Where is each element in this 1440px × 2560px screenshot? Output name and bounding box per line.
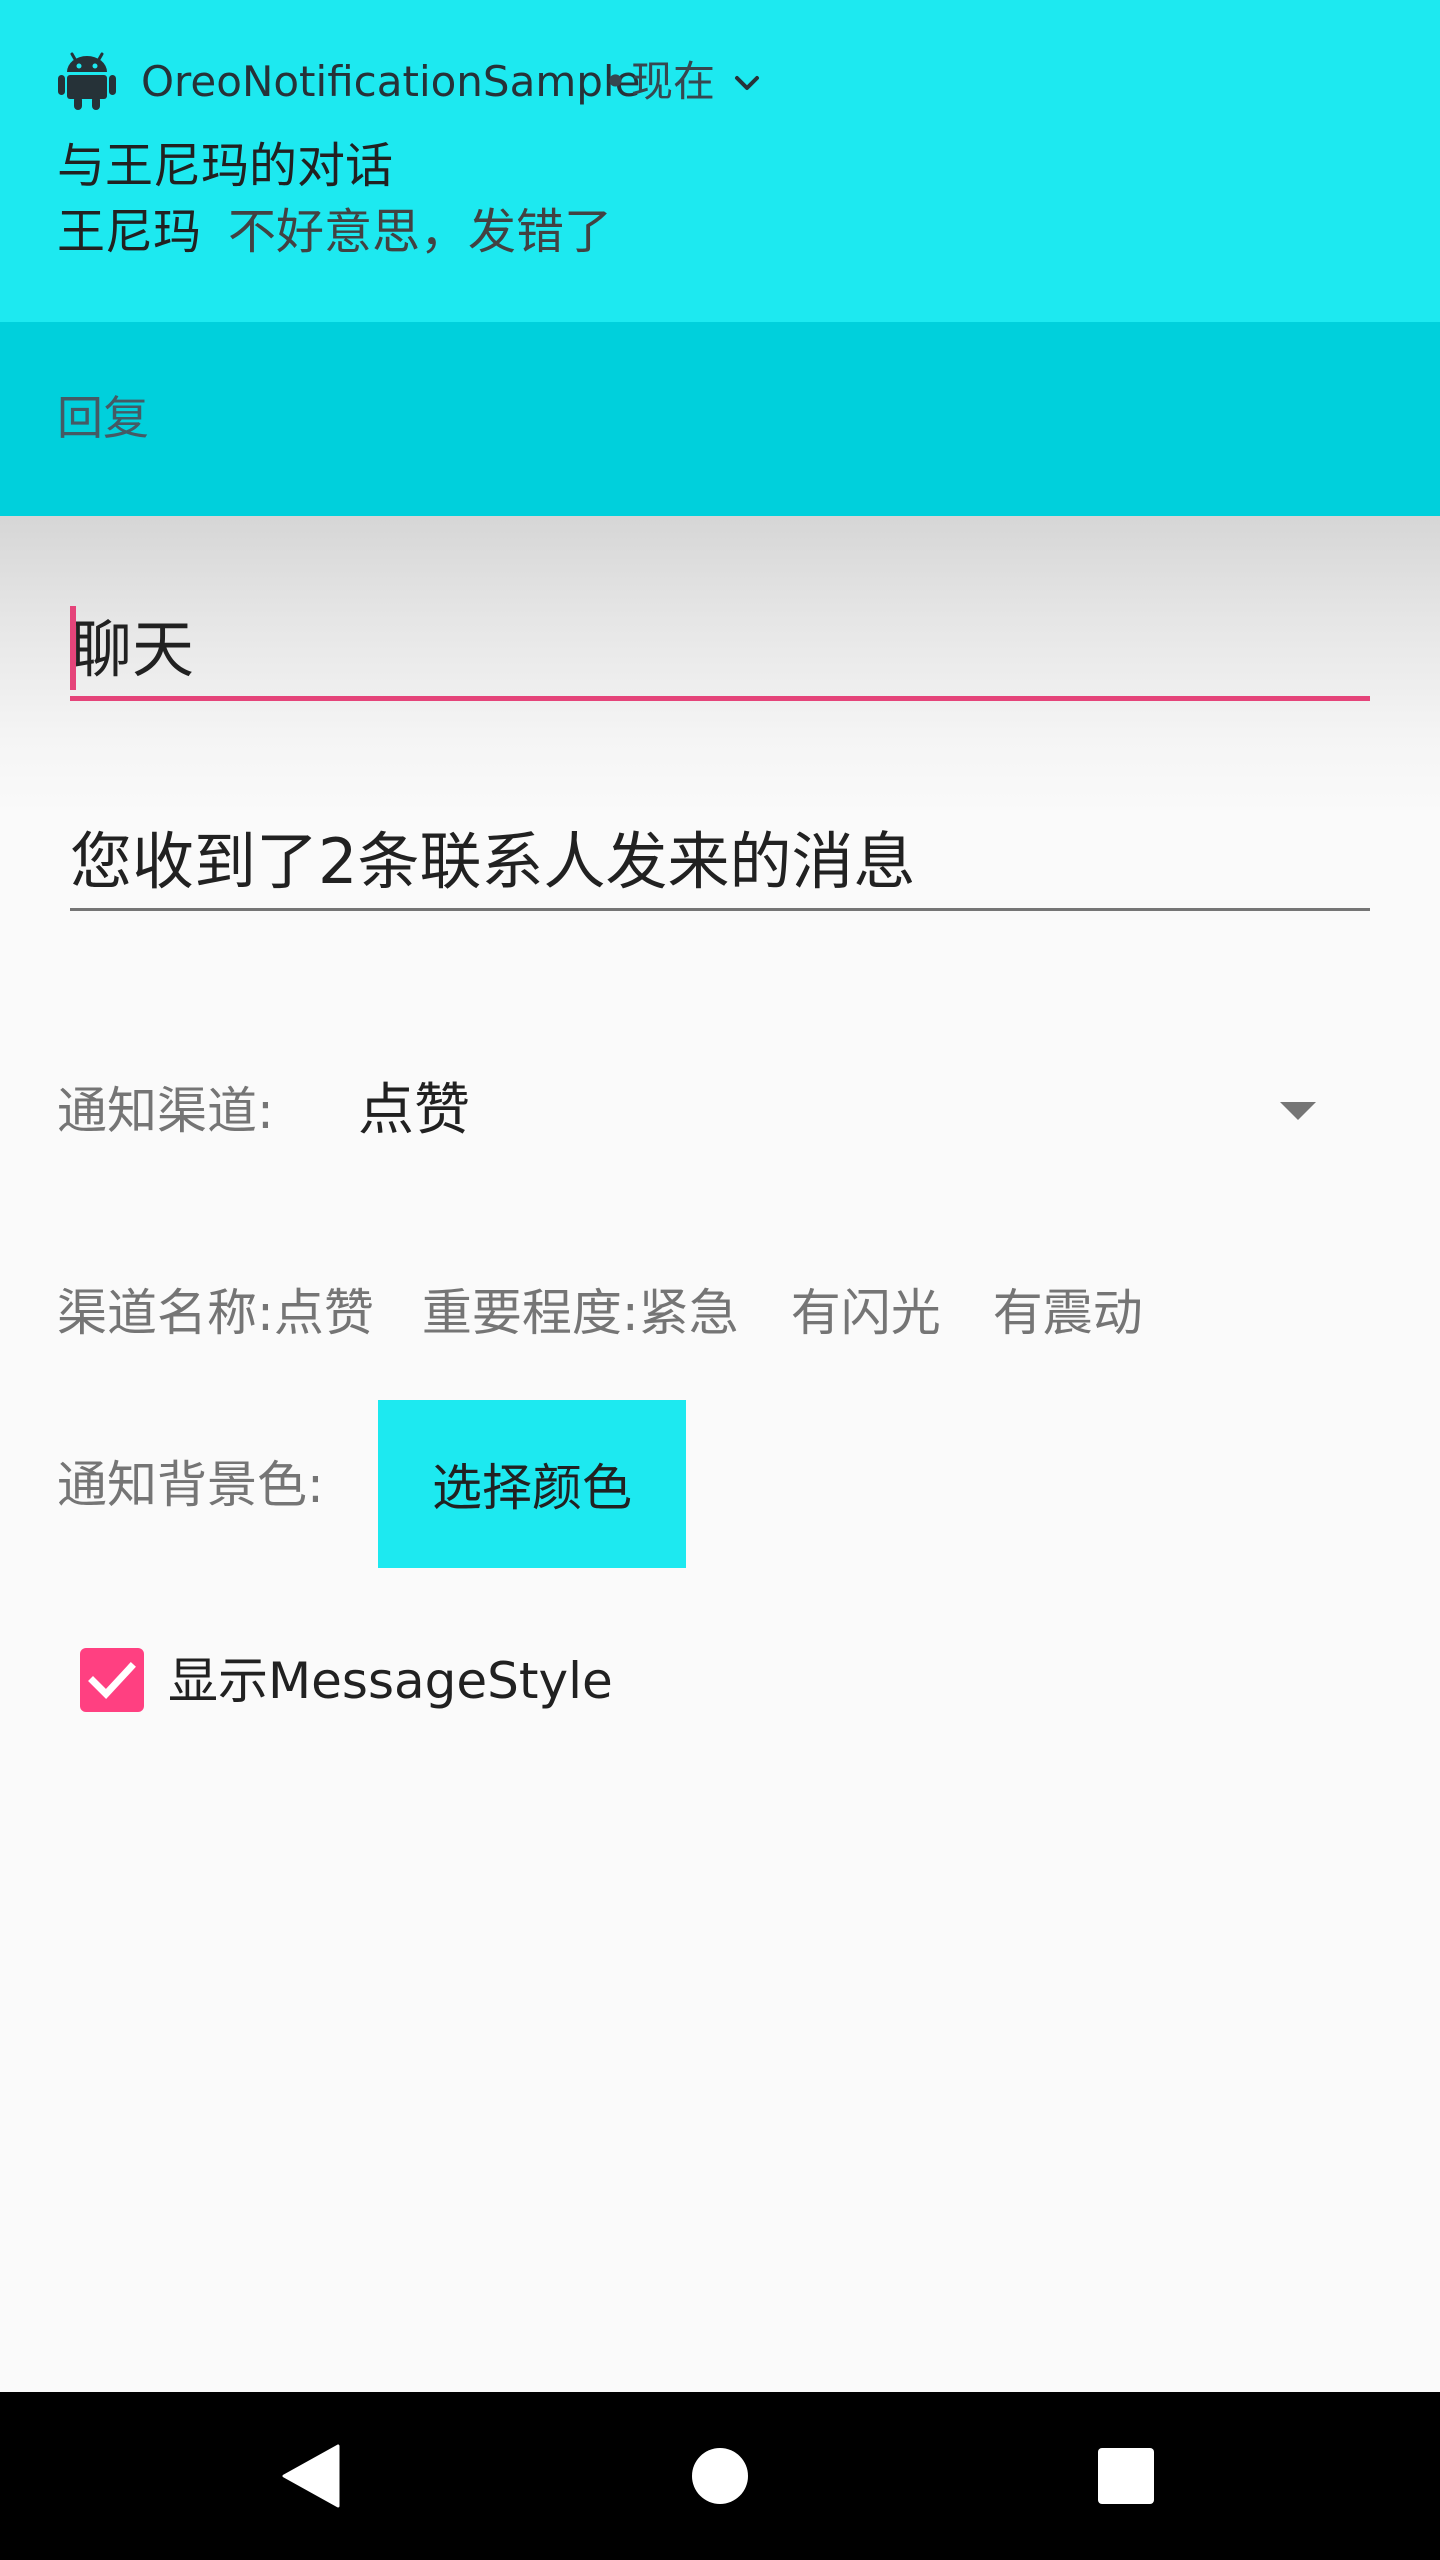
recents-icon[interactable] xyxy=(1098,2448,1154,2504)
channel-label: 通知渠道: xyxy=(57,1082,274,1140)
message-style-checkbox[interactable] xyxy=(80,1648,144,1712)
android-icon xyxy=(58,52,116,110)
text-cursor xyxy=(70,606,76,690)
notification-sender: 王尼玛 xyxy=(57,204,202,260)
home-icon[interactable] xyxy=(690,2446,750,2506)
channel-spinner[interactable]: 点赞 xyxy=(358,1076,470,1146)
channel-vibrate-info: 有震动 xyxy=(992,1284,1143,1342)
choose-color-button[interactable]: 选择颜色 xyxy=(378,1400,686,1568)
check-icon xyxy=(88,1662,136,1700)
reply-action-button[interactable]: 回复 xyxy=(57,390,149,446)
bg-color-label: 通知背景色: xyxy=(57,1456,324,1514)
notification-app-name: OreoNotificationSample xyxy=(141,57,641,106)
channel-light-info: 有闪光 xyxy=(790,1284,941,1342)
title-input-underline xyxy=(70,696,1370,701)
channel-importance-info: 重要程度:紧急 xyxy=(421,1284,739,1342)
notification-conversation-title: 与王尼玛的对话 xyxy=(57,138,394,194)
notification-separator: • xyxy=(603,57,628,106)
notification-shadow xyxy=(0,516,1440,816)
channel-info: 渠道名称:点赞 重要程度:紧急 有闪光 有震动 xyxy=(57,1282,1143,1344)
content-input[interactable]: 您收到了2条联系人发来的消息 xyxy=(70,824,915,900)
title-input[interactable]: 聊天 xyxy=(70,612,194,688)
back-icon[interactable] xyxy=(282,2444,342,2508)
chevron-down-icon[interactable] xyxy=(729,66,765,102)
notification-time: 现在 xyxy=(631,57,716,106)
dropdown-arrow-icon[interactable] xyxy=(1278,1100,1318,1122)
content-input-underline xyxy=(70,908,1370,911)
channel-name-info: 渠道名称:点赞 xyxy=(57,1284,374,1342)
notification-card[interactable]: OreoNotificationSample • 现在 与王尼玛的对话 王尼玛 … xyxy=(0,0,1440,322)
notification-message: 不好意思，发错了 xyxy=(228,204,613,260)
notification-action-bar xyxy=(0,322,1440,516)
message-style-label[interactable]: 显示MessageStyle xyxy=(168,1650,613,1712)
